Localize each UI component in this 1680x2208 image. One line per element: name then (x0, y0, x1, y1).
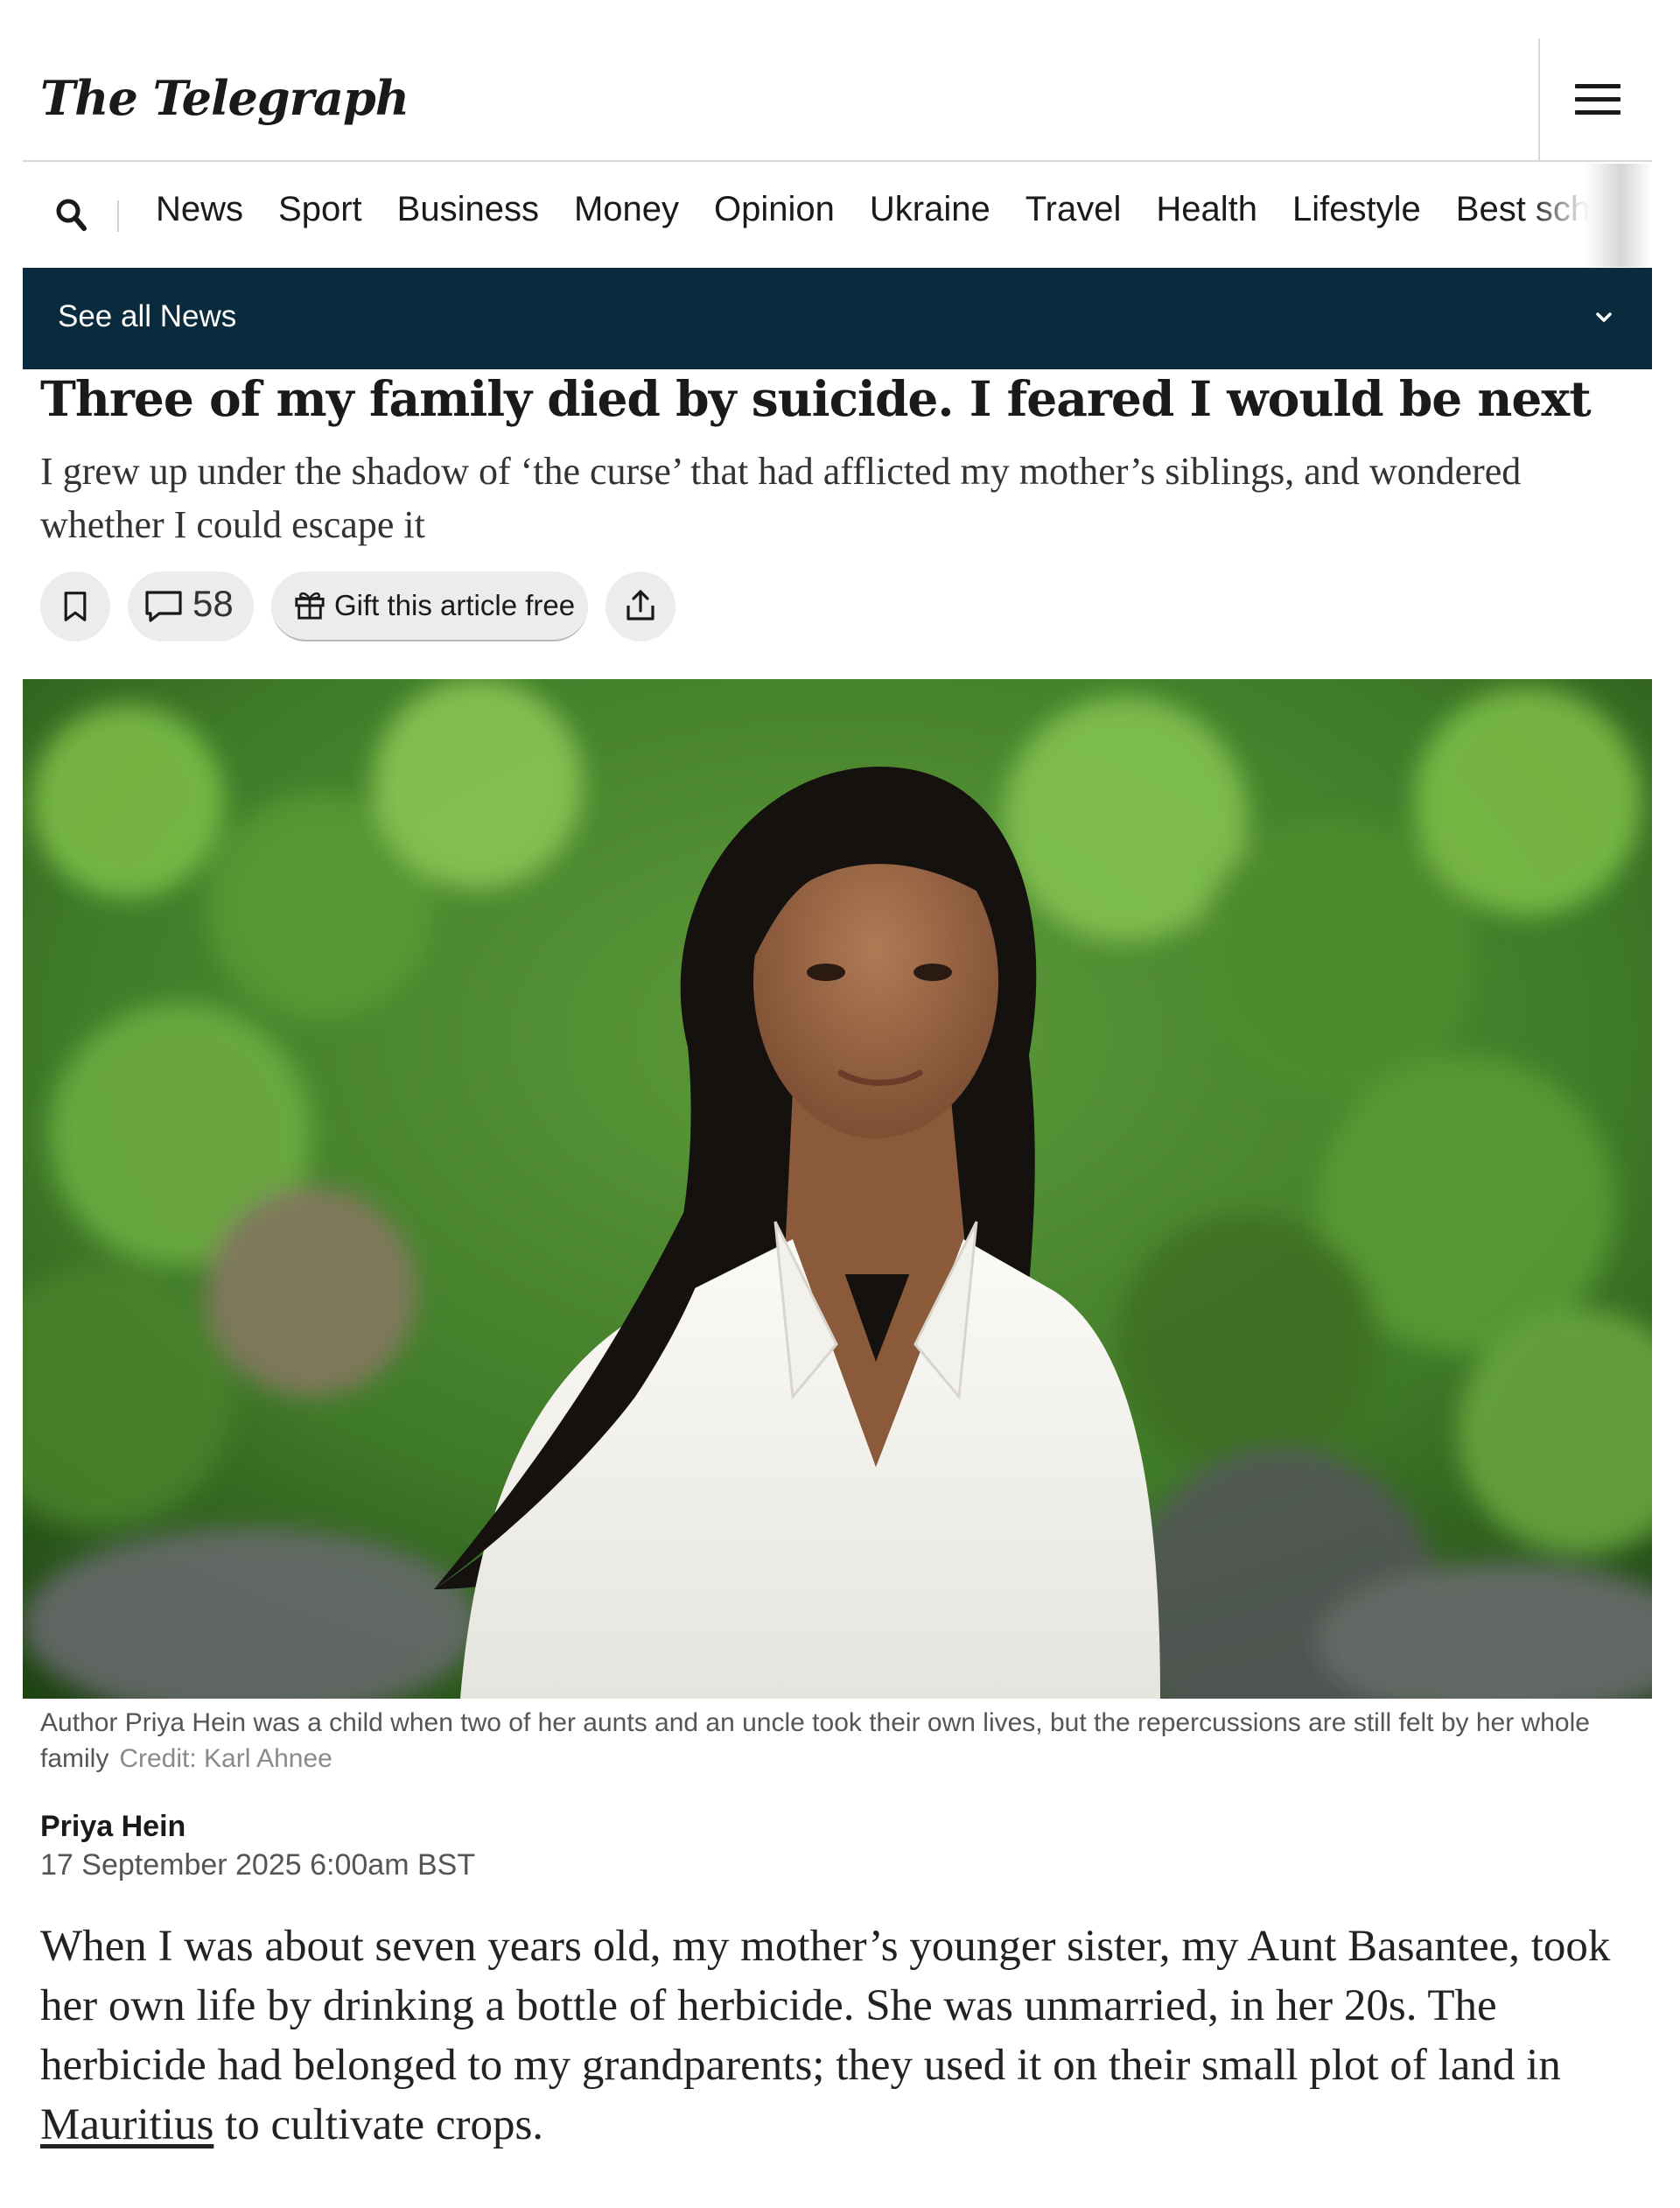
portrait-photo (23, 679, 1652, 1699)
menu-button[interactable] (1538, 39, 1652, 160)
nav-item-news[interactable]: News (156, 190, 243, 229)
nav-item-money[interactable]: Money (574, 190, 679, 229)
nav-item-opinion[interactable]: Opinion (714, 190, 835, 229)
nav-item-ukraine[interactable]: Ukraine (870, 190, 990, 229)
nav-item-business[interactable]: Business (397, 190, 539, 229)
paragraph-text-start: When I was about seven years old, my mot… (40, 1922, 1611, 2090)
nav-scroll-fade[interactable] (1530, 164, 1652, 267)
page: The Telegraph News Sport Business Money … (23, 0, 1652, 2208)
comments-button[interactable]: 58 (128, 571, 254, 641)
see-all-news-label: See all News (58, 299, 237, 333)
paragraph-text-end: to cultivate crops. (214, 2100, 544, 2149)
bookmark-button[interactable] (40, 571, 110, 641)
share-button[interactable] (606, 571, 676, 641)
telegraph-logo[interactable]: The Telegraph (40, 70, 410, 126)
gift-article-label: Gift this article free (334, 589, 576, 621)
nav-item-health[interactable]: Health (1156, 190, 1257, 229)
author-name[interactable]: Priya Hein (40, 1810, 186, 1844)
comment-icon (145, 591, 182, 622)
masthead: The Telegraph (23, 39, 1652, 162)
share-icon (626, 590, 654, 620)
image-credit: Credit: Karl Ahnee (119, 1744, 332, 1773)
article-standfirst: I grew up under the shadow of ‘the curse… (40, 450, 1522, 546)
nav-divider (117, 200, 119, 232)
nav-item-travel[interactable]: Travel (1026, 190, 1122, 229)
chevron-down-icon (1596, 312, 1612, 322)
gift-icon (295, 592, 325, 620)
publish-date: 17 September 2025 6:00am BST (40, 1848, 476, 1882)
nav-list: News Sport Business Money Opinion Ukrain… (156, 190, 1625, 229)
nav-item-sport[interactable]: Sport (278, 190, 362, 229)
article-paragraph: When I was about seven years old, my mot… (40, 1917, 1642, 2155)
hero-image (23, 679, 1652, 1699)
bookmark-icon (64, 592, 87, 621)
mauritius-link[interactable]: Mauritius (40, 2100, 214, 2149)
see-all-news-bar[interactable]: See all News (23, 268, 1652, 369)
section-nav: News Sport Business Money Opinion Ukrain… (23, 164, 1652, 267)
search-icon[interactable] (52, 195, 91, 234)
article-headline: Three of my family died by suicide. I fe… (40, 370, 1592, 427)
comment-count: 58 (192, 583, 234, 624)
image-caption: Author Priya Hein was a child when two o… (40, 1705, 1615, 1777)
nav-item-lifestyle[interactable]: Lifestyle (1292, 190, 1421, 229)
gift-article-button[interactable]: Gift this article free (271, 571, 588, 641)
